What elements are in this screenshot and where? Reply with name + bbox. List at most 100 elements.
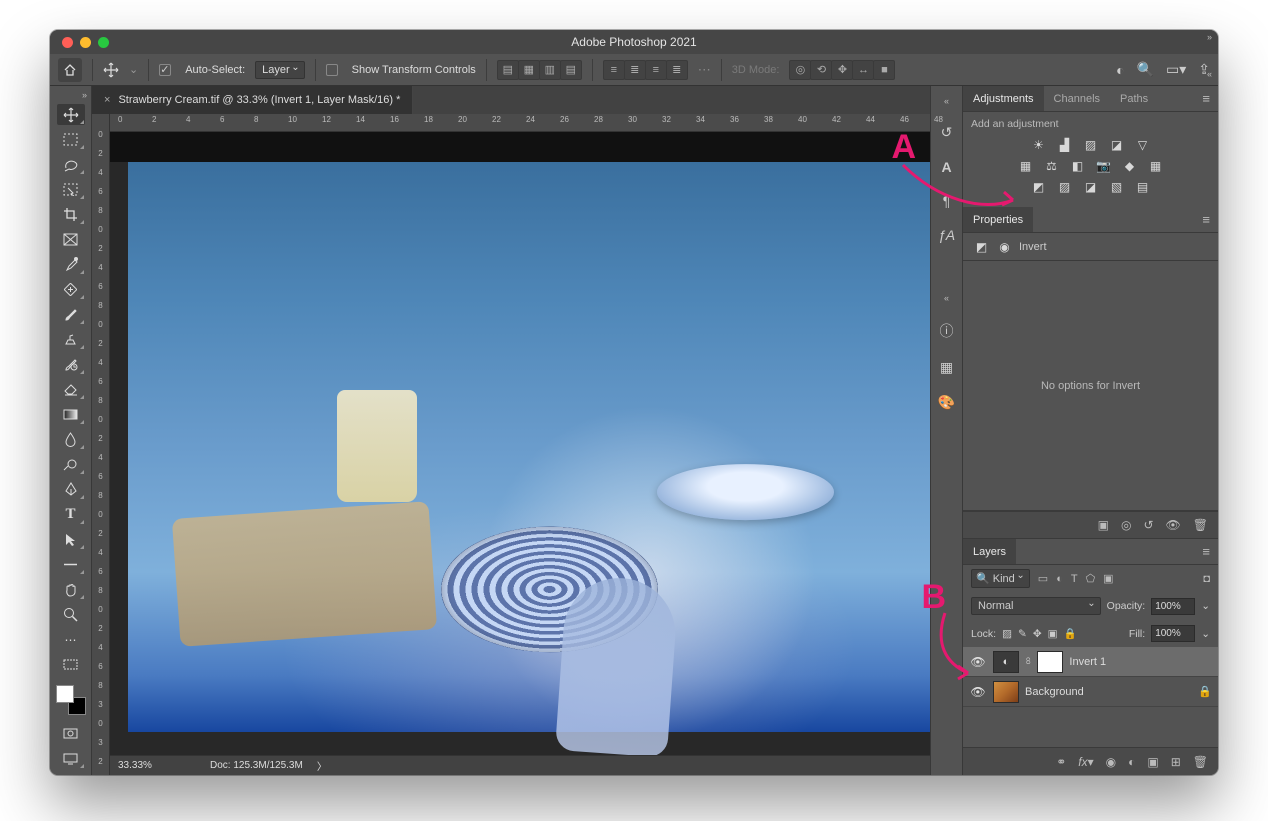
delete-adjustment-icon[interactable]: 🗑	[1193, 518, 1208, 532]
object-selection-tool[interactable]	[57, 179, 85, 200]
new-group-icon[interactable]: ▣	[1147, 755, 1158, 769]
adj-brightness-contrast-icon[interactable]: ☀	[1030, 137, 1047, 152]
lock-position-icon[interactable]: ✥	[1033, 628, 1042, 640]
tab-properties[interactable]: Properties	[963, 207, 1033, 232]
frame-tool[interactable]	[57, 229, 85, 250]
history-brush-tool[interactable]	[57, 354, 85, 375]
layer-link-icon[interactable]: 𝟾	[1025, 656, 1031, 667]
filter-pixel-icon[interactable]: ▭	[1038, 572, 1048, 585]
clip-to-layer-icon[interactable]: ▣	[1098, 518, 1109, 532]
dist-bottom-icon[interactable]: ≡	[645, 60, 667, 80]
align-left-icon[interactable]: ▤	[497, 60, 519, 80]
blur-tool[interactable]	[57, 429, 85, 450]
filter-toggle-icon[interactable]: ◘	[1203, 573, 1210, 585]
view-previous-icon[interactable]: ◎	[1121, 518, 1131, 532]
dock-chev-1[interactable]: «	[944, 96, 949, 106]
right-dock-chev[interactable]: «	[1207, 69, 1212, 79]
fill-input[interactable]	[1151, 625, 1195, 642]
align-top-icon[interactable]: ▤	[560, 60, 582, 80]
layer-name[interactable]: Background	[1025, 686, 1084, 698]
status-zoom[interactable]: 33.33%	[118, 760, 196, 771]
tab-paths[interactable]: Paths	[1110, 86, 1158, 111]
move-tool[interactable]	[57, 104, 85, 125]
layer-visibility-icon[interactable]: 👁	[969, 685, 987, 699]
adj-hue-sat-icon[interactable]: ▦	[1017, 158, 1034, 173]
adj-curves-icon[interactable]: ▨	[1082, 137, 1099, 152]
workspace-switcher-icon[interactable]: ▭▾	[1166, 61, 1186, 78]
close-tab-icon[interactable]: ×	[104, 94, 110, 106]
adj-exposure-icon[interactable]: ◪	[1108, 137, 1125, 152]
tab-adjustments[interactable]: Adjustments	[963, 86, 1044, 111]
adj-color-lookup-icon[interactable]: ▦	[1147, 158, 1164, 173]
quick-mask-toggle[interactable]	[57, 723, 85, 744]
brush-tool[interactable]	[57, 304, 85, 325]
shape-tool[interactable]	[57, 554, 85, 575]
lasso-tool[interactable]	[57, 154, 85, 175]
panel-menu-icon[interactable]: ≡	[1202, 212, 1210, 227]
filter-shape-icon[interactable]: ⬠	[1086, 572, 1096, 585]
opacity-dropdown-caret[interactable]: ⌄	[1201, 600, 1210, 612]
filter-type-icon[interactable]: T	[1071, 573, 1078, 585]
history-panel-icon[interactable]: ↺	[941, 124, 953, 141]
gradient-tool[interactable]	[57, 404, 85, 425]
fill-dropdown-caret[interactable]: ⌄	[1201, 628, 1210, 640]
lock-transparency-icon[interactable]: ▨	[1002, 628, 1012, 640]
search-icon[interactable]: 🔍	[1137, 61, 1154, 78]
adj-channel-mixer-icon[interactable]: ◆	[1121, 158, 1138, 173]
toolbox-collapse-chev[interactable]: »	[82, 90, 87, 100]
document-tab[interactable]: × Strawberry Cream.tif @ 33.3% (Invert 1…	[92, 86, 413, 114]
layer-visibility-icon[interactable]: 👁	[969, 655, 987, 669]
edit-toolbar[interactable]	[57, 654, 85, 675]
layer-adjustment-thumb[interactable]: ◐	[993, 651, 1019, 673]
panel-collapse-toggle[interactable]: »	[1207, 32, 1212, 42]
foreground-color[interactable]	[56, 685, 74, 703]
layer-thumb[interactable]	[993, 681, 1019, 703]
eyedropper-tool[interactable]	[57, 254, 85, 275]
more-align-options[interactable]: ⋯	[698, 62, 711, 78]
layer-lock-icon[interactable]: 🔒	[1198, 685, 1212, 698]
layer-row[interactable]: 👁 Background 🔒	[963, 677, 1218, 707]
new-adjustment-layer-icon[interactable]: ◐	[1128, 755, 1135, 769]
lock-all-icon[interactable]: 🔒	[1064, 627, 1077, 640]
hand-tool[interactable]	[57, 579, 85, 600]
toolbar-more[interactable]: ⋯	[57, 629, 85, 650]
character-panel-icon[interactable]: A	[941, 159, 951, 175]
toggle-visibility-icon[interactable]: 👁	[1166, 518, 1181, 532]
adj-color-balance-icon[interactable]: ⚖	[1043, 158, 1060, 173]
adj-levels-icon[interactable]: ▟	[1056, 137, 1073, 152]
path-selection-tool[interactable]	[57, 529, 85, 550]
add-mask-icon[interactable]: ◉	[1106, 755, 1116, 769]
layer-row[interactable]: 👁 ◐ 𝟾 Invert 1	[963, 647, 1218, 677]
panel-menu-icon[interactable]: ≡	[1202, 544, 1210, 559]
dist-h-icon[interactable]: ≣	[666, 60, 688, 80]
layer-fx-icon[interactable]: fx▾	[1078, 755, 1093, 769]
swatches-panel-icon[interactable]: ▦	[940, 359, 953, 376]
color-swatches[interactable]	[56, 685, 86, 715]
dist-top-icon[interactable]: ≡	[603, 60, 625, 80]
marquee-tool[interactable]	[57, 129, 85, 150]
filter-smart-icon[interactable]: ▣	[1103, 572, 1113, 585]
crop-tool[interactable]	[57, 204, 85, 225]
filter-adjustment-icon[interactable]: ◐	[1056, 573, 1063, 585]
zoom-tool[interactable]	[57, 604, 85, 625]
lock-artboard-icon[interactable]: ▣	[1048, 628, 1058, 640]
blend-mode-select[interactable]: Normal	[971, 597, 1101, 615]
opacity-input[interactable]	[1151, 598, 1195, 615]
delete-layer-icon[interactable]: 🗑	[1193, 755, 1208, 769]
healing-brush-tool[interactable]	[57, 279, 85, 300]
auto-select-target[interactable]: Layer	[255, 61, 305, 79]
status-more-caret[interactable]: 〉	[317, 758, 327, 773]
adj-gradient-map-icon[interactable]: ▤	[1134, 179, 1151, 194]
tool-submenu-caret[interactable]: ⌄	[129, 63, 138, 76]
lock-pixels-icon[interactable]: ✎	[1018, 628, 1027, 640]
layer-filter-type[interactable]: 🔍 Kind	[971, 569, 1030, 588]
adj-black-white-icon[interactable]: ◧	[1069, 158, 1086, 173]
paragraph-panel-icon[interactable]: ¶	[943, 193, 951, 209]
screen-mode-toggle[interactable]	[57, 748, 85, 769]
adj-posterize-icon[interactable]: ▨	[1056, 179, 1073, 194]
dock-chev-2[interactable]: «	[944, 293, 949, 303]
align-center-h-icon[interactable]: ▦	[518, 60, 540, 80]
tab-channels[interactable]: Channels	[1044, 86, 1110, 111]
type-tool[interactable]: T	[57, 504, 85, 525]
adj-vibrance-icon[interactable]: ▽	[1134, 137, 1151, 152]
